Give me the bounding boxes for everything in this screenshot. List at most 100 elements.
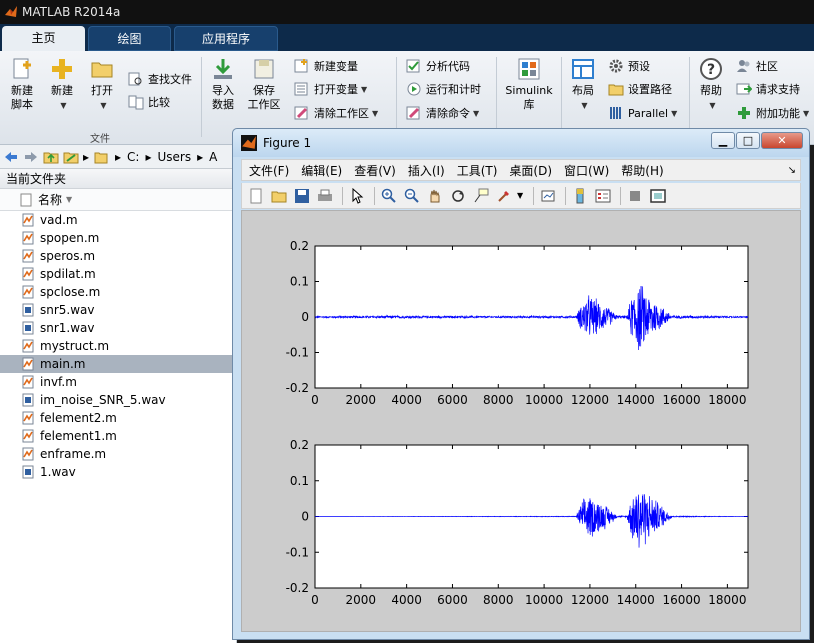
file-list-item[interactable]: 1.wav [0, 463, 236, 481]
compare-icon [128, 95, 144, 110]
gear-icon [609, 59, 623, 73]
close-button[interactable]: ✕ [761, 132, 803, 149]
simulink-library-button[interactable]: Simulink 库 [505, 57, 553, 112]
analyze-code-button[interactable]: 分析代码 [406, 56, 470, 76]
file-list-item[interactable]: spdilat.m [0, 265, 236, 283]
menu-insert[interactable]: 插入(I) [408, 162, 445, 179]
plot-area: 0 2000 4000 6000 8000 10000 12000 14000 16000 180… [286, 239, 749, 607]
file-list-item[interactable]: snr1.wav [0, 319, 236, 337]
maximize-button[interactable]: □ [736, 132, 760, 149]
x-tick-label: 16000 [662, 393, 700, 407]
file-list-item[interactable]: im_noise_SNR_5.wav [0, 391, 236, 409]
request-support-button[interactable]: 请求支持 [736, 79, 800, 99]
set-path-button[interactable]: 设置路径 [608, 79, 672, 99]
pan-hand-icon[interactable] [425, 186, 444, 205]
tab-plots[interactable]: 绘图 [88, 26, 171, 51]
new-button[interactable]: 新建 ▼ [48, 57, 76, 113]
open-dropdown-icon: ▼ [100, 101, 107, 110]
file-list-item[interactable]: vad.m [0, 211, 236, 229]
menu-help[interactable]: 帮助(H) [621, 162, 663, 179]
request-support-icon [736, 83, 752, 95]
figure-canvas[interactable]: 0 2000 4000 6000 8000 10000 12000 14000 16000 180… [241, 210, 801, 632]
address-bar: ▸ ▸ C: ▸ Users ▸ A [0, 145, 240, 169]
colorbar-icon[interactable] [570, 186, 589, 205]
menu-file[interactable]: 文件(F) [249, 162, 289, 179]
figure-titlebar[interactable]: Figure 1 ▁ □ ✕ [233, 129, 809, 157]
clear-commands-button[interactable]: 清除命令 ▼ [406, 103, 479, 123]
dock-arrow-icon[interactable]: ↘ [788, 165, 796, 176]
import-data-button[interactable]: 导入 数据 [208, 57, 238, 112]
new-variable-button[interactable]: 新建变量 [294, 56, 358, 76]
menu-window[interactable]: 窗口(W) [564, 162, 609, 179]
minimize-button[interactable]: ▁ [711, 132, 735, 149]
link-plot-icon[interactable] [538, 186, 557, 205]
open-variable-button[interactable]: 打开变量 ▼ [294, 79, 367, 99]
file-list-item[interactable]: enframe.m [0, 445, 236, 463]
parallel-icon [610, 107, 621, 119]
ribbon-separator [396, 57, 397, 137]
menu-tools[interactable]: 工具(T) [457, 162, 498, 179]
file-list-item[interactable]: speros.m [0, 247, 236, 265]
rotate-3d-icon[interactable] [448, 186, 467, 205]
breadcrumb-item[interactable]: Users [157, 150, 191, 164]
back-arrow-icon[interactable] [2, 148, 20, 166]
brush-icon[interactable] [494, 186, 513, 205]
file-list-item[interactable]: invf.m [0, 373, 236, 391]
parallel-button[interactable]: Parallel ▼ [608, 103, 677, 123]
breadcrumb-item[interactable]: A [209, 150, 217, 164]
brush-dropdown-icon[interactable]: ▼ [517, 191, 523, 200]
addons-button[interactable]: 附加功能 ▼ [736, 103, 809, 123]
menu-desktop[interactable]: 桌面(D) [509, 162, 552, 179]
clear-workspace-icon [294, 106, 308, 120]
help-button[interactable]: ? 帮助 ▼ [696, 57, 726, 113]
x-tick-label: 12000 [571, 593, 609, 607]
up-folder-icon[interactable] [42, 148, 60, 166]
m-file-icon [22, 411, 34, 425]
legend-icon[interactable] [593, 186, 612, 205]
file-name: main.m [40, 357, 86, 371]
save-workspace-button[interactable]: 保存 工作区 [246, 57, 282, 112]
forward-arrow-icon[interactable] [22, 148, 40, 166]
browse-folder-icon[interactable] [62, 148, 80, 166]
x-tick-label: 0 [311, 593, 319, 607]
hide-tools-icon[interactable] [625, 186, 644, 205]
new-script-button[interactable]: 新建 脚本 [6, 57, 38, 112]
tab-home[interactable]: 主页 [2, 26, 85, 51]
set-path-folder-icon [608, 84, 624, 96]
current-folder-panel: 当前文件夹 名称 ▼ vad.m spopen.m speros.m spdilat.… [0, 169, 237, 643]
compare-button[interactable]: 比较 [128, 92, 170, 112]
file-list-item[interactable]: snr5.wav [0, 301, 236, 319]
clear-workspace-button[interactable]: 清除工作区 ▼ [294, 103, 378, 123]
subplot-2[interactable]: 0 2000 4000 6000 8000 10000 12000 14000 16000 180… [286, 438, 749, 607]
file-list-item[interactable]: felement2.m [0, 409, 236, 427]
column-header-name[interactable]: 名称 ▼ [0, 189, 236, 211]
m-file-icon [22, 213, 34, 227]
file-name: enframe.m [40, 447, 107, 461]
menu-view[interactable]: 查看(V) [354, 162, 396, 179]
menu-edit[interactable]: 编辑(E) [301, 162, 342, 179]
find-files-button[interactable]: 查找文件 [128, 69, 192, 89]
run-and-time-button[interactable]: 运行和计时 [406, 79, 481, 99]
show-tools-icon[interactable] [648, 186, 667, 205]
community-button[interactable]: 社区 [736, 56, 778, 76]
file-list-item[interactable]: spopen.m [0, 229, 236, 247]
tab-apps[interactable]: 应用程序 [174, 26, 278, 51]
print-icon[interactable] [315, 186, 334, 205]
open-button[interactable]: 打开 ▼ [88, 57, 116, 113]
layout-button[interactable]: 布局 ▼ [568, 57, 598, 113]
find-files-icon [128, 72, 142, 86]
open-file-icon[interactable] [269, 186, 288, 205]
new-figure-icon[interactable] [246, 186, 265, 205]
file-list-item[interactable]: main.m [0, 355, 236, 373]
file-list-item[interactable]: spclose.m [0, 283, 236, 301]
data-cursor-icon[interactable] [471, 186, 490, 205]
breadcrumb-item[interactable]: C: [127, 150, 139, 164]
save-icon[interactable] [292, 186, 311, 205]
subplot-1[interactable]: 0 2000 4000 6000 8000 10000 12000 14000 16000 180… [286, 239, 749, 407]
file-list-item[interactable]: mystruct.m [0, 337, 236, 355]
zoom-in-icon[interactable] [379, 186, 398, 205]
pointer-icon[interactable] [347, 186, 366, 205]
preferences-button[interactable]: 预设 [608, 56, 650, 76]
zoom-out-icon[interactable] [402, 186, 421, 205]
file-list-item[interactable]: felement1.m [0, 427, 236, 445]
